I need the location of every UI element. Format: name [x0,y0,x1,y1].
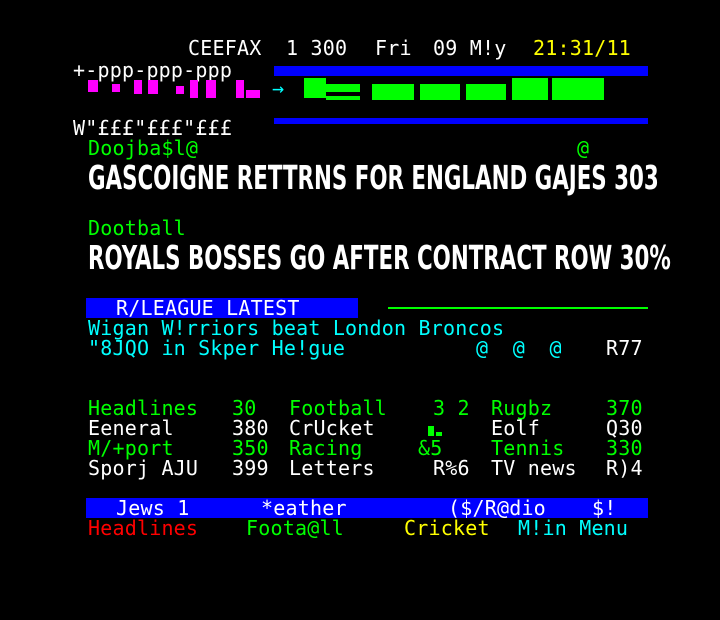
header-row: CEEFAX 1 300 Fri 09 M!y 21:31/11 [0,38,720,58]
league-heading: R/LEAGUE LATEST [86,298,358,318]
banner-blue-bar-top [274,66,648,76]
index-tv-news[interactable]: TV news [491,458,577,478]
index-mosaic-glyph [428,426,434,436]
index-row-3: M/+port 350 Racing &5 Tennis 330 [0,438,720,458]
fastext-cyan[interactable]: M!in Menu [518,518,628,538]
index-row-4: Sporj AJU 399 Letters R%6 TV news R)4 [0,458,720,478]
index-motorsport[interactable]: M/+port [88,438,174,458]
promo-news[interactable]: Jews 1 [116,498,189,518]
page-number: 1 300 [286,36,348,60]
league-line-1[interactable]: Wigan W!rriors beat London Broncos [0,318,720,338]
index-letters-page[interactable]: R%6 [433,458,470,478]
story-1-category-row: Doojba$l@ @ [0,138,720,158]
index-headlines-page[interactable]: 30 [232,398,256,418]
index-golf[interactable]: Eolf [491,418,540,438]
day: Fri [375,36,412,60]
clock: 21:31/11 [533,36,631,60]
index-golf-page[interactable]: Q30 [606,418,643,438]
banner-arrow: → [272,76,285,100]
banner-top-text: +-ppp-ppp-ppp [73,58,233,82]
banner-bottom-text: W"£££"£££"£££ [73,116,233,140]
index-headlines[interactable]: Headlines [88,398,198,418]
promo-radio[interactable]: ($/R@dio [448,498,546,518]
service-name: CEEFAX [188,36,262,60]
index-general[interactable]: Eeneral [88,418,174,438]
index-cricket[interactable]: CrUcket [289,418,375,438]
index-tennis[interactable]: Tennis [491,438,564,458]
index-rugby-page[interactable]: 370 [606,398,643,418]
fastext-red[interactable]: Headlines [88,518,198,538]
story-1-headline[interactable]: GASCOIGNE RETTRNS FOR ENGLAND GAJES 303 [88,158,659,198]
fastext-yellow[interactable]: Cricket [404,518,490,538]
index-rugby[interactable]: Rugbz [491,398,552,418]
index-tennis-page[interactable]: 330 [606,438,643,458]
index-football-page[interactable]: 3 2 [433,398,470,418]
index-letters[interactable]: Letters [289,458,375,478]
story-2-category: Dootball [88,216,186,240]
story-2-category-row: Dootball [0,218,720,238]
promo-row: Jews 1 *eather ($/R@dio $! [0,498,720,518]
promo-extra[interactable]: $! [592,498,616,518]
index-motorsport-page[interactable]: 350 [232,438,269,458]
index-racing[interactable]: Racing [289,438,362,458]
date: 09 M!y [433,36,507,60]
index-sport-a-z-page[interactable]: 399 [232,458,269,478]
league-page[interactable]: R77 [606,338,643,358]
index-tv-news-page[interactable]: R)4 [606,458,643,478]
league-story-2[interactable]: "8JQO in Skper He!gue [88,338,345,358]
league-story-1[interactable]: Wigan W!rriors beat London Broncos [88,318,504,338]
fastext-green[interactable]: Foota@ll [246,518,344,538]
index-racing-page[interactable]: &5 [418,438,442,458]
index-sport-a-z[interactable]: Sporj AJU [88,458,198,478]
story-1-marker: @ [577,136,590,160]
index-row-2: Eeneral 380 CrUcket Eolf Q30 [0,418,720,438]
promo-weather[interactable]: *eather [261,498,347,518]
fastext-row: Headlines Foota@ll Cricket M!in Menu [0,518,720,538]
index-football[interactable]: Football [289,398,387,418]
league-divider [388,307,648,309]
story-2-headline[interactable]: ROYALS BOSSES GO AFTER CONTRACT ROW 30% [88,238,671,278]
league-markers: @ @ @ [476,336,562,360]
story-1-category: Doojba$l@ [88,136,199,160]
index-row-1: Headlines 30 Football 3 2 Rugbz 370 [0,398,720,418]
league-line-2[interactable]: "8JQO in Skper He!gue @ @ @ R77 [0,338,720,358]
index-general-page[interactable]: 380 [232,418,269,438]
